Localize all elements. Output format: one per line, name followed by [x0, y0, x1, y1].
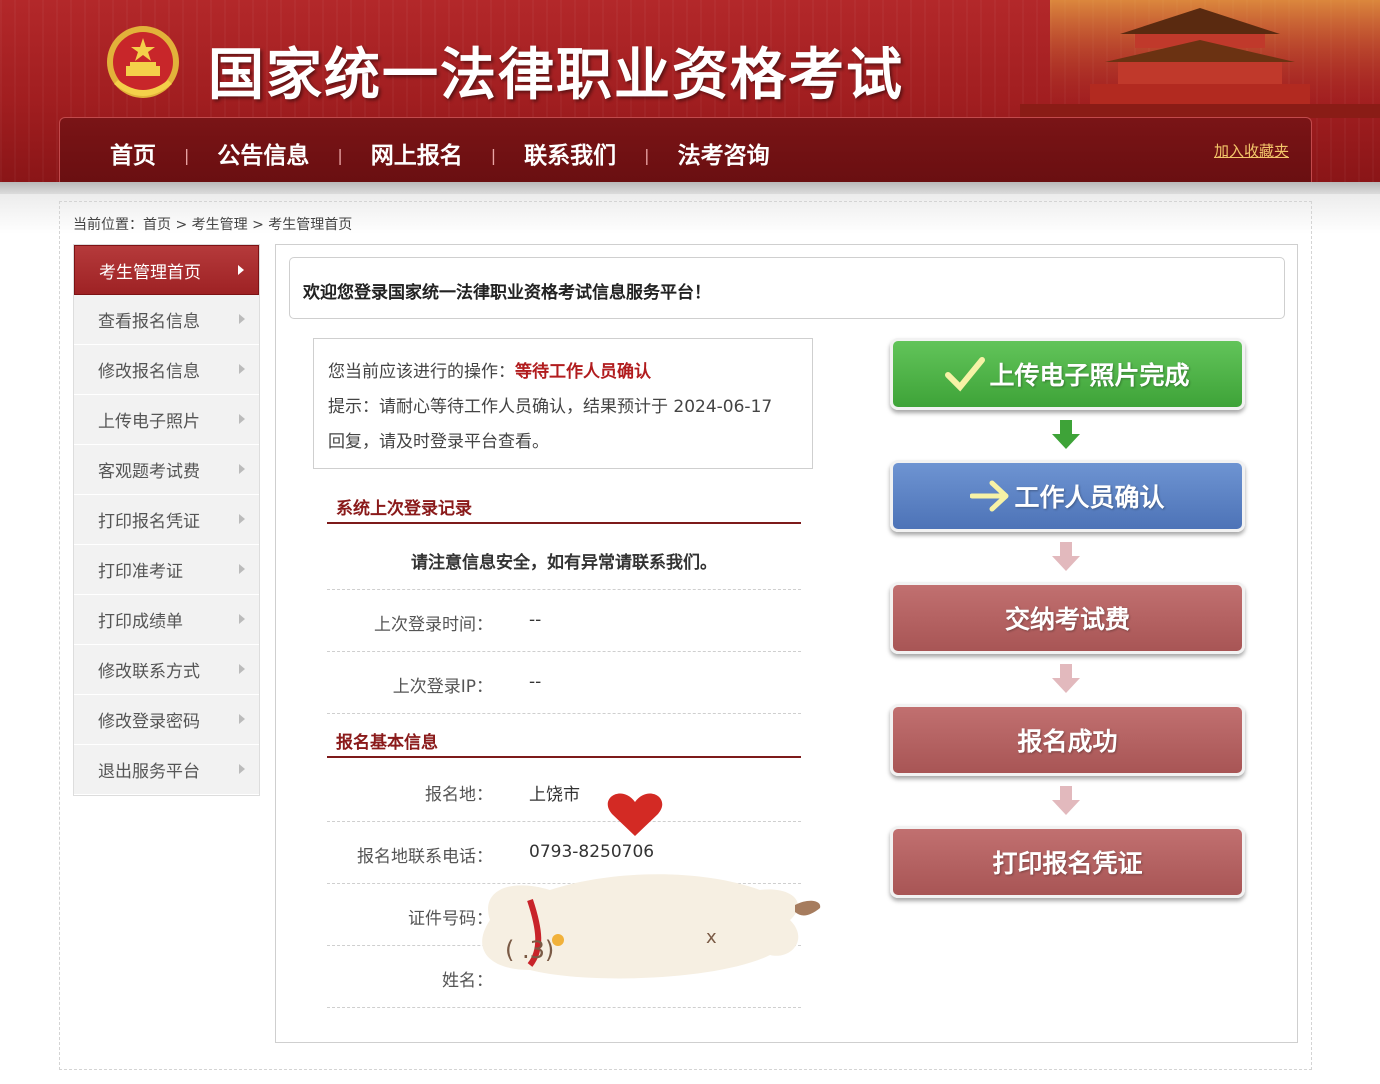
- nav-law-exam-consult[interactable]: 法考咨询: [678, 136, 770, 170]
- nav-online-registration[interactable]: 网上报名: [371, 136, 463, 170]
- sidebar-item-change-password[interactable]: 修改登录密码: [74, 695, 259, 745]
- operation-prefix: 您当前应该进行的操作：: [328, 362, 515, 382]
- nav-separator: |: [337, 145, 343, 165]
- main-navbar: 首页 | 公告信息 | 网上报名 | 联系我们 | 法考咨询 加入收藏夹: [59, 117, 1312, 182]
- operation-hint-line1: 提示：请耐心等待工作人员确认，结果预计于 2024-06-17: [328, 397, 773, 417]
- arrow-down-icon: [1052, 542, 1080, 571]
- sidebar-item-upload-photo[interactable]: 上传电子照片: [74, 395, 259, 445]
- operation-hint-line2: 回复，请及时登录平台查看。: [328, 432, 549, 452]
- nav-separator: |: [490, 145, 497, 165]
- checkmark-icon: [945, 356, 986, 392]
- sidebar-item-label: 上传电子照片: [98, 412, 200, 432]
- step-label: 报名成功: [1017, 727, 1118, 756]
- sidebar-menu: 考生管理首页 查看报名信息 修改报名信息 上传电子照片 客观题考试费 打印报名凭…: [73, 244, 260, 796]
- step-label: 打印报名凭证: [992, 849, 1143, 878]
- operation-line: 您当前应该进行的操作：等待工作人员确认: [328, 355, 812, 390]
- sidebar-item-edit-contact[interactable]: 修改联系方式: [74, 645, 259, 695]
- operation-action: 等待工作人员确认: [515, 362, 651, 382]
- registration-place-row: 报名地： 上饶市: [327, 760, 801, 822]
- sidebar-item-print-registration-voucher[interactable]: 打印报名凭证: [74, 495, 259, 545]
- registration-place-value: 上饶市: [529, 785, 580, 805]
- breadcrumb: 当前位置：首页 > 考生管理 > 考生管理首页: [73, 217, 353, 233]
- caret-right-icon: [238, 265, 244, 275]
- basic-info-title: 报名基本信息: [327, 722, 801, 758]
- caret-right-icon: [239, 514, 245, 524]
- caret-right-icon: [239, 614, 245, 624]
- caret-right-icon: [239, 414, 245, 424]
- sidebar-item-label: 修改登录密码: [98, 712, 200, 732]
- last-login-ip-value: --: [529, 672, 542, 692]
- caret-right-icon: [239, 714, 245, 724]
- site-header: 国家统一法律职业资格考试 首页 | 公告信息 | 网上报名 | 联系我们 | 法…: [0, 0, 1380, 182]
- sidebar-item-objective-exam-fee[interactable]: 客观题考试费: [74, 445, 259, 495]
- sidebar-item-label: 修改报名信息: [98, 362, 200, 382]
- tiananmen-gate-illustration: [1020, 0, 1380, 118]
- id-number-label: 证件号码：: [408, 909, 493, 929]
- header-shadow-band: [0, 182, 1380, 194]
- sidebar-item-label: 客观题考试费: [98, 462, 200, 482]
- step-print-registration-voucher: 打印报名凭证: [890, 826, 1245, 898]
- last-login-ip-row: 上次登录IP： --: [327, 652, 801, 714]
- login-record-title: 系统上次登录记录: [327, 488, 801, 524]
- sidebar-item-logout[interactable]: 退出服务平台: [74, 745, 259, 795]
- site-title: 国家统一法律职业资格考试: [208, 43, 904, 108]
- nav-home[interactable]: 首页: [110, 136, 156, 170]
- step-label: 工作人员确认: [1014, 483, 1165, 512]
- sidebar-item-label: 打印成绩单: [98, 612, 183, 632]
- security-notice: 请注意信息安全，如有异常请联系我们。: [327, 530, 801, 590]
- arrow-down-icon: [1052, 420, 1080, 449]
- registration-phone-label: 报名地联系电话：: [357, 847, 493, 867]
- id-number-row: 证件号码：: [327, 884, 801, 946]
- arrow-right-icon: [970, 479, 1010, 513]
- last-login-time-row: 上次登录时间： --: [327, 590, 801, 652]
- nav-announcements[interactable]: 公告信息: [217, 136, 309, 170]
- arrow-down-icon: [1052, 786, 1080, 815]
- caret-right-icon: [239, 314, 245, 324]
- caret-right-icon: [239, 664, 245, 674]
- registration-place-label: 报名地：: [425, 785, 493, 805]
- step-staff-confirmation-current: 工作人员确认: [890, 460, 1245, 532]
- nav-contact-us[interactable]: 联系我们: [524, 136, 616, 170]
- sidebar-item-print-score-report[interactable]: 打印成绩单: [74, 595, 259, 645]
- last-login-ip-label: 上次登录IP：: [392, 677, 493, 697]
- step-registration-success: 报名成功: [890, 704, 1245, 776]
- step-label: 上传电子照片完成: [989, 361, 1190, 390]
- add-favorite-link[interactable]: 加入收藏夹: [1214, 140, 1289, 161]
- registration-phone-value: 0793-8250706: [529, 842, 655, 862]
- national-emblem-icon: [107, 26, 179, 98]
- current-operation-box: 您当前应该进行的操作：等待工作人员确认 提示：请耐心等待工作人员确认，结果预计于…: [313, 338, 813, 469]
- sidebar-item-label: 打印准考证: [98, 562, 183, 582]
- caret-right-icon: [239, 564, 245, 574]
- arrow-down-icon: [1052, 664, 1080, 693]
- nav-separator: |: [644, 145, 650, 165]
- sidebar-item-candidate-home[interactable]: 考生管理首页: [74, 245, 259, 295]
- caret-right-icon: [239, 364, 245, 374]
- nav-separator: |: [184, 145, 190, 165]
- sidebar-item-label: 修改联系方式: [98, 662, 200, 682]
- last-login-time-label: 上次登录时间：: [374, 615, 493, 635]
- caret-right-icon: [239, 464, 245, 474]
- step-label: 交纳考试费: [1004, 605, 1130, 634]
- last-login-time-value: --: [529, 610, 542, 630]
- sidebar-item-label: 查看报名信息: [98, 312, 200, 332]
- sidebar-item-label: 考生管理首页: [99, 262, 201, 283]
- caret-right-icon: [239, 764, 245, 774]
- sidebar-item-label: 打印报名凭证: [98, 512, 200, 532]
- name-row: 姓名：: [327, 946, 801, 1008]
- registration-phone-row: 报名地联系电话： 0793-8250706: [327, 822, 801, 884]
- name-label: 姓名：: [442, 971, 493, 991]
- welcome-banner: 欢迎您登录国家统一法律职业资格考试信息服务平台！: [289, 257, 1285, 319]
- sidebar-item-print-admission-ticket[interactable]: 打印准考证: [74, 545, 259, 595]
- step-upload-photo-done: 上传电子照片完成: [890, 338, 1245, 410]
- step-pay-exam-fee: 交纳考试费: [890, 582, 1245, 654]
- sidebar-item-label: 退出服务平台: [98, 762, 200, 782]
- sidebar-item-view-registration[interactable]: 查看报名信息: [74, 295, 259, 345]
- sidebar-item-edit-registration[interactable]: 修改报名信息: [74, 345, 259, 395]
